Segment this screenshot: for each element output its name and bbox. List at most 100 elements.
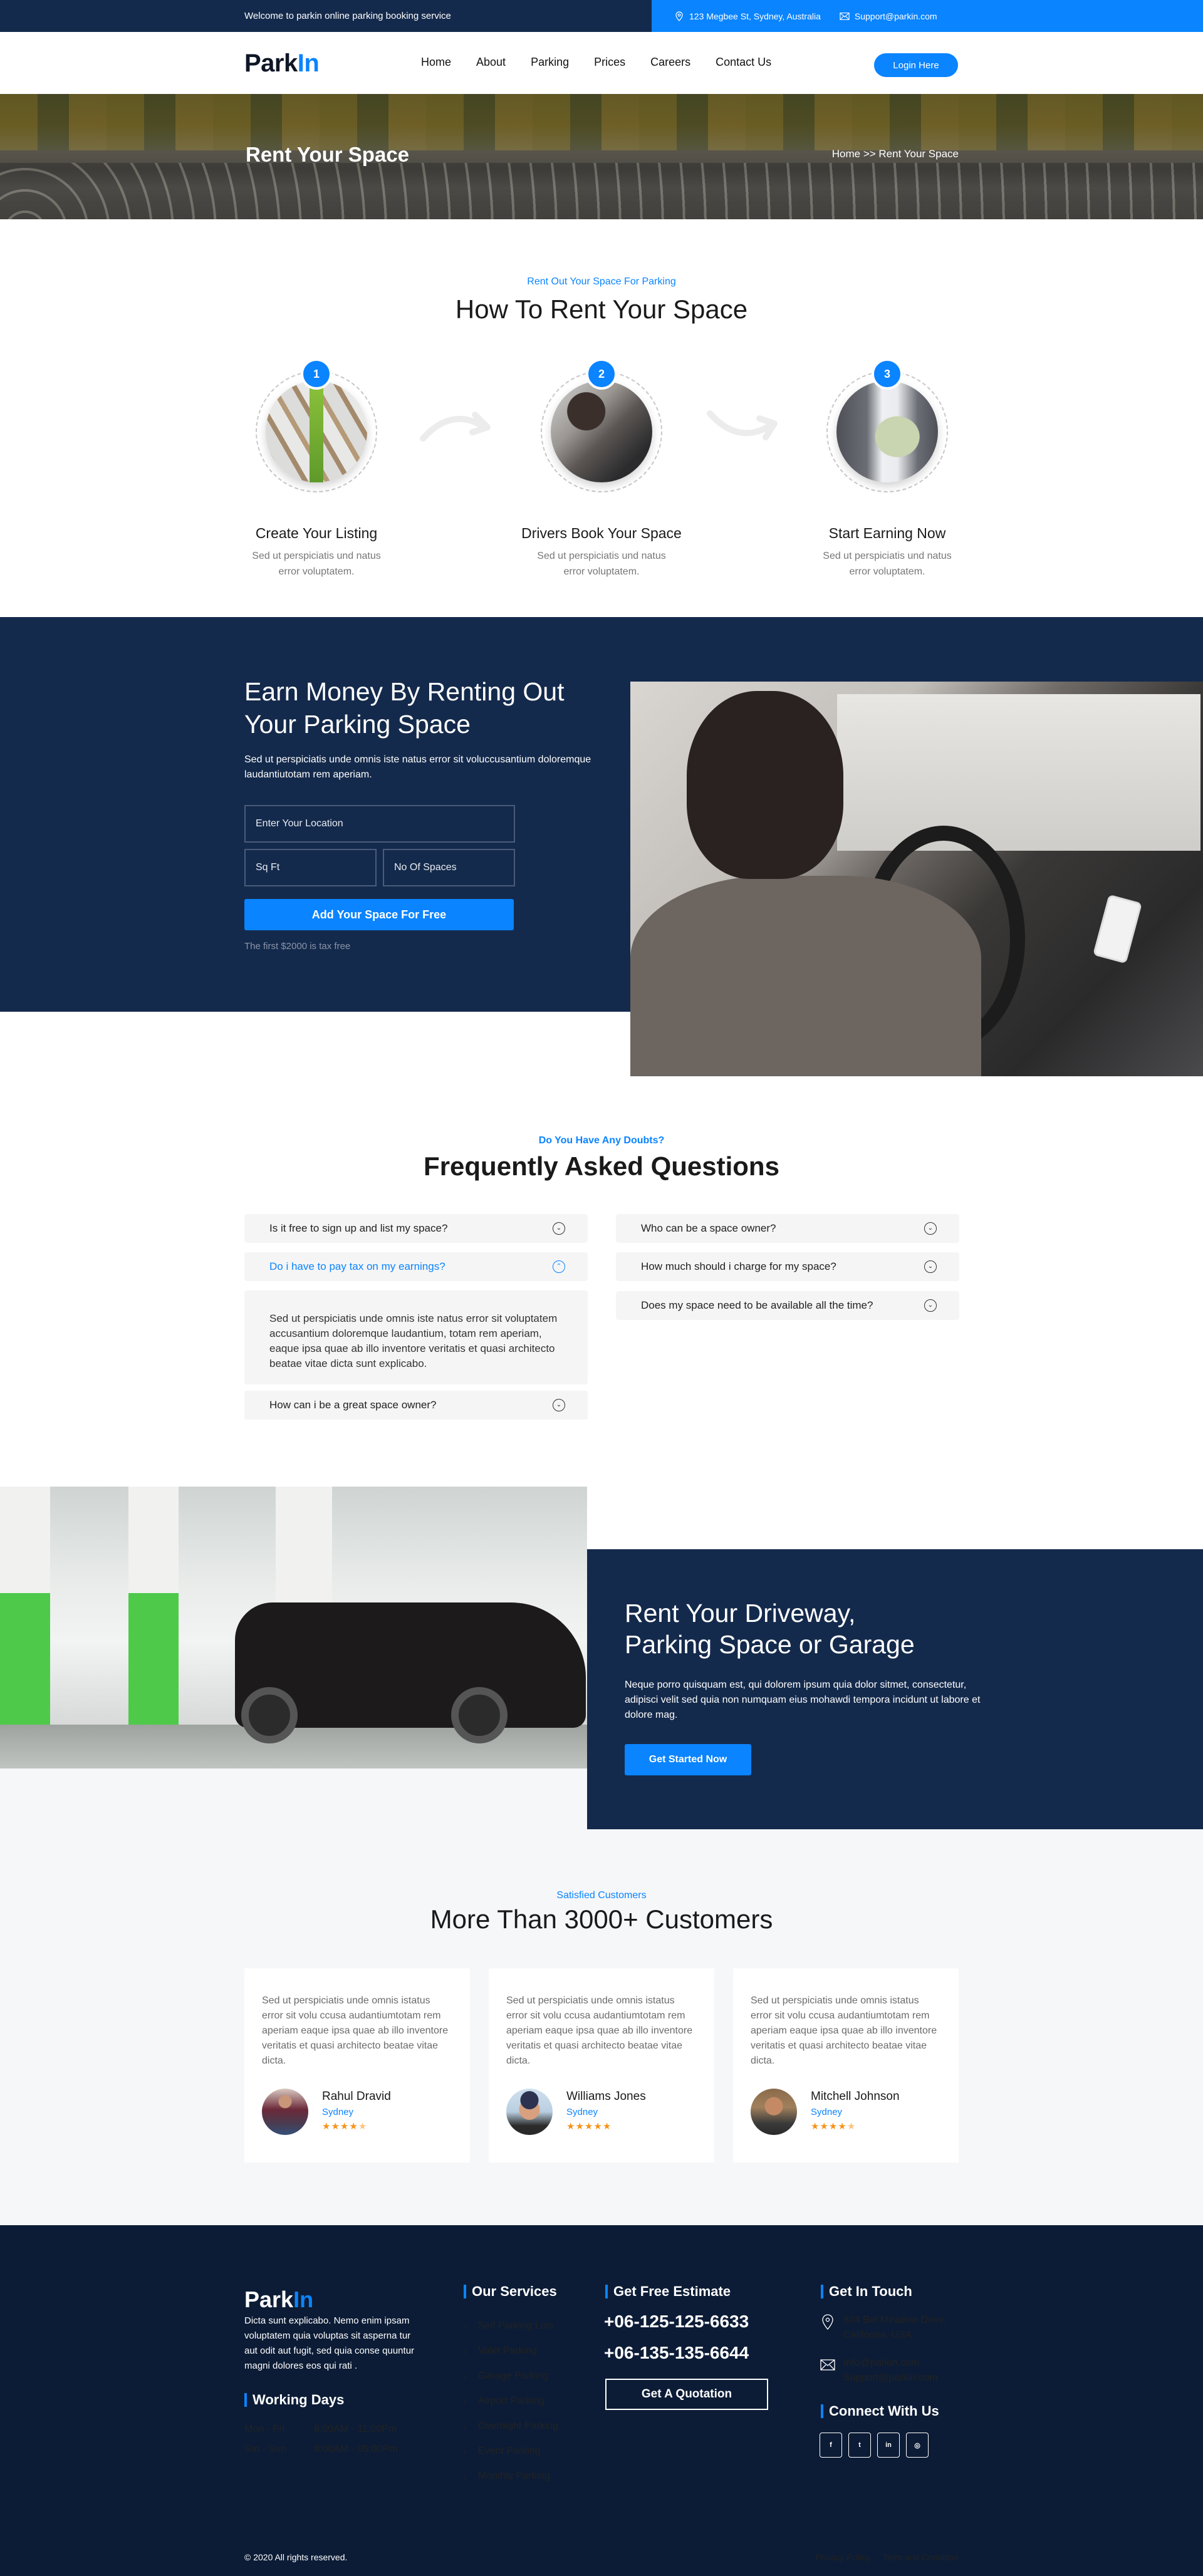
step-image-ring: 2 xyxy=(541,358,662,492)
faq-item[interactable]: Is it free to sign up and list my space?… xyxy=(244,1214,588,1243)
phone-link[interactable]: +06-135-135-6644 xyxy=(604,2343,749,2363)
breadcrumb[interactable]: Home >> Rent Your Space xyxy=(832,148,959,160)
login-button[interactable]: Login Here xyxy=(874,53,958,77)
topbar-email-link[interactable]: Support@parkin.com xyxy=(855,11,937,21)
info-email-link[interactable]: Info@parkin.com xyxy=(843,2357,919,2368)
copyright: © 2020 All rights reserved. xyxy=(244,2552,348,2562)
chevron-right-icon: › xyxy=(464,2371,467,2381)
add-space-button[interactable]: Add Your Space For Free xyxy=(244,899,514,930)
nav-home[interactable]: Home xyxy=(421,56,451,69)
faq-eyebrow: Do You Have Any Doubts? xyxy=(538,1135,665,1146)
logo-text: Park xyxy=(244,2287,294,2312)
twitter-icon[interactable]: t xyxy=(848,2433,871,2458)
service-link[interactable]: › Self Parking Lots xyxy=(464,2314,558,2339)
star-full-icon: ★ xyxy=(838,2121,847,2132)
testimonials-eyebrow: Satisfied Customers xyxy=(556,1890,647,1901)
how-to-title: How To Rent Your Space xyxy=(455,294,748,324)
faq-question[interactable]: Do i have to pay tax on my earnings? ⌃ xyxy=(244,1252,588,1281)
avatar xyxy=(751,2089,797,2135)
step-title: Create Your Listing xyxy=(255,525,378,541)
customer-name: Williams Jones xyxy=(566,2090,646,2103)
testimonial-card: Sed ut perspiciatis unde omnis istatus e… xyxy=(733,1968,959,2163)
get-started-button[interactable]: Get Started Now xyxy=(625,1744,751,1775)
support-email-link[interactable]: Support@parkin.com xyxy=(843,2372,938,2383)
step-description: Sed ut perspiciatis und natus error volu… xyxy=(823,551,952,577)
top-bar: Welcome to parkin online parking booking… xyxy=(0,0,1203,32)
step-description: Sed ut perspiciatis und natus error volu… xyxy=(537,551,666,577)
driveway-description: Neque porro quisquam est, qui dolorem ip… xyxy=(625,1680,981,1720)
faq-title: Frequently Asked Questions xyxy=(424,1151,779,1181)
step-title: Drivers Book Your Space xyxy=(521,525,682,541)
star-half-icon: ★ xyxy=(358,2121,368,2132)
location-input[interactable] xyxy=(244,805,515,843)
hours-row: Sat - Sun 8:00AM - 05:00Pm xyxy=(244,2444,398,2454)
chevron-down-icon: ⌄ xyxy=(553,1399,565,1411)
star-full-icon: ★ xyxy=(349,2121,358,2132)
faq-question[interactable]: Who can be a space owner? ⌄ xyxy=(616,1214,959,1243)
service-link[interactable]: › Monthly Parking xyxy=(464,2464,558,2489)
star-full-icon: ★ xyxy=(584,2121,594,2132)
footer-logo[interactable]: ParkIn xyxy=(244,2287,313,2313)
service-link[interactable]: › Valet Parking xyxy=(464,2339,558,2364)
earn-title: Earn Money By Renting Out Your Parking S… xyxy=(244,677,565,739)
chevron-down-icon: ⌄ xyxy=(924,1299,937,1312)
faq-question[interactable]: How can i be a great space owner? ⌄ xyxy=(244,1391,588,1420)
privacy-policy-link[interactable]: Privacy Policy xyxy=(815,2552,870,2562)
chevron-down-icon: ⌄ xyxy=(924,1260,937,1273)
logo[interactable]: ParkIn xyxy=(244,49,320,78)
curved-arrow-icon xyxy=(420,412,491,442)
spaces-input[interactable] xyxy=(383,849,515,886)
faq-item[interactable]: Does my space need to be available all t… xyxy=(616,1291,959,1320)
driver-phone-photo xyxy=(551,381,652,482)
star-half-icon: ★ xyxy=(846,2121,857,2132)
facebook-icon[interactable]: f xyxy=(820,2433,842,2458)
main-header: ParkIn Home About Parking Prices Careers… xyxy=(0,32,1203,94)
service-link[interactable]: › Event Parking xyxy=(464,2439,558,2464)
curved-arrow-icon xyxy=(707,410,778,440)
star-full-icon: ★ xyxy=(566,2121,576,2132)
sqft-input[interactable] xyxy=(244,849,377,886)
chevron-down-icon: ⌄ xyxy=(924,1222,937,1235)
faq-question[interactable]: How much should i charge for my space? ⌄ xyxy=(616,1252,959,1281)
contact-bar: 123 Megbee St, Sydney, Australia Support… xyxy=(652,0,1203,32)
parking-garage-photo xyxy=(0,1487,587,1768)
star-full-icon: ★ xyxy=(820,2121,829,2132)
step-image-ring: 3 xyxy=(826,358,948,492)
driveway-title: Rent Your Driveway, Parking Space or Gar… xyxy=(625,1597,915,1660)
faq-item[interactable]: How can i be a great space owner? ⌄ xyxy=(244,1391,588,1420)
instagram-icon[interactable]: ◎ xyxy=(906,2433,929,2458)
star-full-icon: ★ xyxy=(828,2121,838,2132)
chevron-up-icon: ⌃ xyxy=(553,1260,565,1273)
service-link[interactable]: › Airport Parking xyxy=(464,2389,558,2414)
nav-careers[interactable]: Careers xyxy=(650,56,690,69)
location-pin-icon xyxy=(820,2313,836,2343)
chevron-right-icon: › xyxy=(464,2346,467,2356)
get-quotation-button[interactable]: Get A Quotation xyxy=(605,2379,768,2410)
main-nav: Home About Parking Prices Careers Contac… xyxy=(421,56,771,69)
star-full-icon: ★ xyxy=(593,2121,603,2132)
star-rating: ★★★★★ xyxy=(322,2121,367,2132)
faq-question[interactable]: Is it free to sign up and list my space?… xyxy=(244,1214,588,1243)
faq-item[interactable]: How much should i charge for my space? ⌄ xyxy=(616,1252,959,1281)
faq-item[interactable]: Who can be a space owner? ⌄ xyxy=(616,1214,959,1243)
nav-prices[interactable]: Prices xyxy=(594,56,625,69)
testimonial-card: Sed ut perspiciatis unde omnis istatus e… xyxy=(489,1968,714,2163)
phone-link[interactable]: +06-125-125-6633 xyxy=(604,2312,749,2332)
avatar xyxy=(262,2089,308,2135)
service-link[interactable]: › Overnight Parking xyxy=(464,2414,558,2439)
star-full-icon: ★ xyxy=(331,2121,340,2132)
earn-description: Sed ut perspiciatis unde omnis iste natu… xyxy=(244,754,591,780)
terms-link[interactable]: Term and Condition xyxy=(883,2552,959,2562)
linkedin-icon[interactable]: in xyxy=(877,2433,900,2458)
faq-item-open[interactable]: Do i have to pay tax on my earnings? ⌃ xyxy=(244,1252,588,1281)
footer-about-text: Dicta sunt explicabo. Nemo enim ipsam vo… xyxy=(244,2315,415,2371)
faq-question-text: How can i be a great space owner? xyxy=(269,1399,437,1411)
services-heading: Our Services xyxy=(464,2285,557,2298)
service-link[interactable]: › Garage Parking xyxy=(464,2364,558,2389)
nav-contact-us[interactable]: Contact Us xyxy=(716,56,771,69)
nav-parking[interactable]: Parking xyxy=(531,56,569,69)
faq-question-text: Do i have to pay tax on my earnings? xyxy=(269,1260,445,1272)
nav-about[interactable]: About xyxy=(476,56,506,69)
faq-question[interactable]: Does my space need to be available all t… xyxy=(616,1291,959,1320)
step-number-badge: 2 xyxy=(586,358,617,390)
